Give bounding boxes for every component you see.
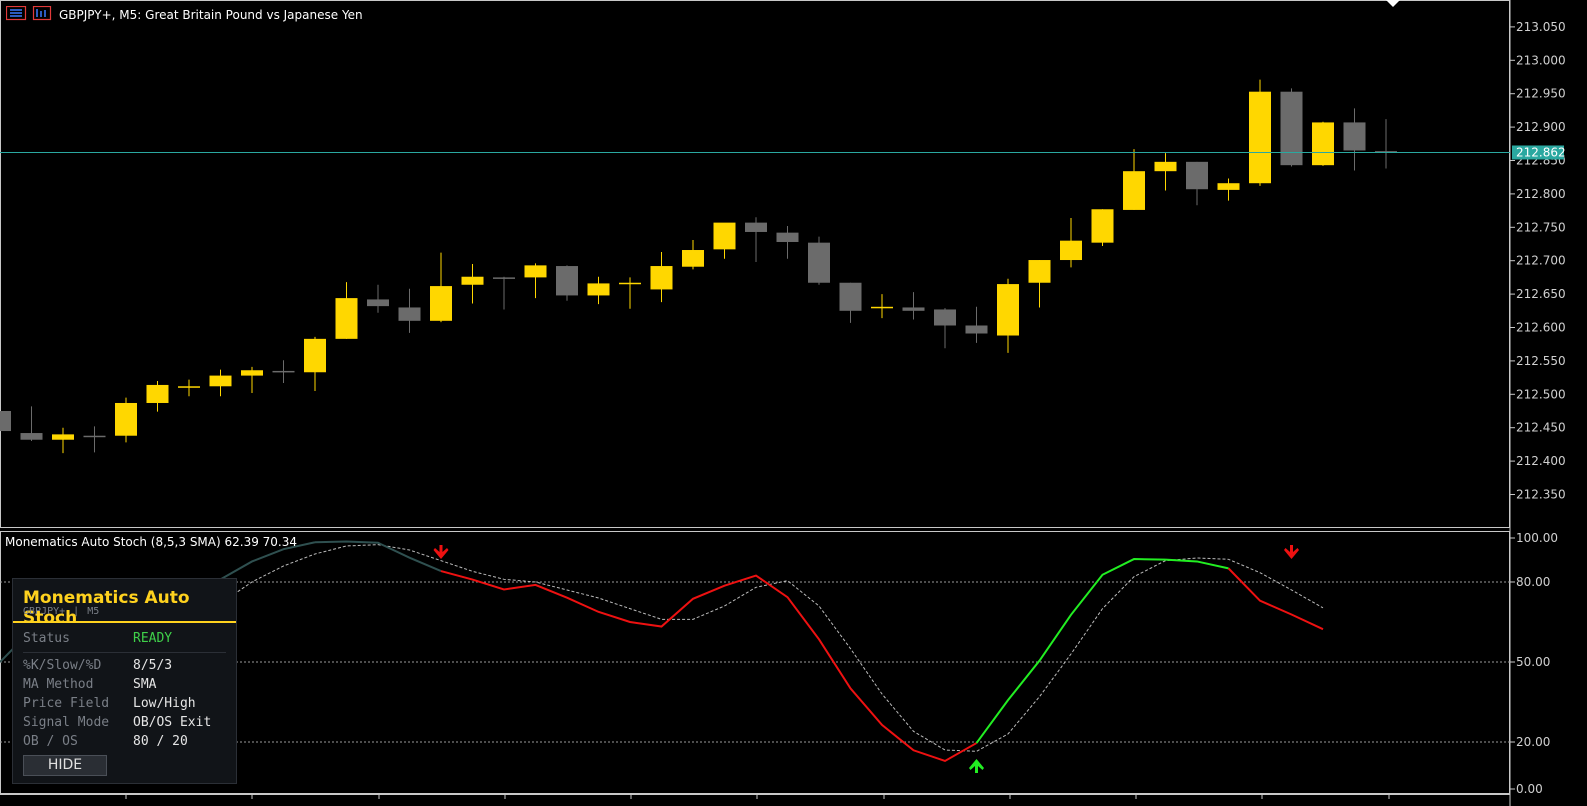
price-tick-label: 213.000 [1516, 53, 1566, 67]
candle-body [902, 307, 925, 311]
panel-accent-line [13, 621, 236, 623]
price-tick-label: 212.350 [1516, 488, 1566, 502]
candle-body [272, 370, 295, 373]
row-value: Low/High [133, 696, 196, 711]
price-pane-frame [0, 0, 1510, 528]
hide-button[interactable]: HIDE [23, 755, 107, 776]
candle-body [1343, 122, 1366, 151]
candle-body [1217, 183, 1240, 190]
candle-body [335, 298, 358, 339]
candle-body [650, 266, 673, 290]
candle-body [461, 276, 484, 285]
panel-timeframe: M5 [87, 606, 100, 617]
candle-body [1186, 161, 1208, 190]
current-price-label: 212.862 [1516, 145, 1566, 159]
candle-body [776, 232, 799, 242]
candle-body [209, 375, 232, 387]
price-tick-label: 212.450 [1516, 421, 1566, 435]
candle-body [146, 384, 169, 403]
candle-body [398, 307, 421, 321]
row-key: Signal Mode [23, 715, 110, 730]
candle-body [1091, 209, 1114, 243]
row-key: %K/Slow/%D [23, 658, 102, 673]
candle-body [52, 434, 74, 440]
candle-body [1280, 91, 1303, 166]
chart-toolbar-icons [5, 5, 56, 26]
price-tick-label: 212.550 [1516, 354, 1566, 368]
candle-body [241, 370, 263, 376]
indicator-label: Monematics Auto Stoch (8,5,3 SMA) 62.39 … [5, 535, 297, 549]
panel-row-params: %K/Slow/%D 8/5/3 [23, 658, 228, 676]
price-axis: 213.050213.000212.950212.900212.850212.8… [1510, 20, 1566, 502]
price-tick-label: 212.750 [1516, 220, 1566, 234]
stoch-tick-label: 50.00 [1516, 655, 1550, 669]
candle-body [493, 277, 515, 279]
candle-body [1060, 240, 1082, 261]
chart-canvas: 213.050213.000212.950212.900212.850212.8… [0, 0, 1566, 806]
candle-body [1028, 260, 1051, 283]
stoch-tick-label: 0.00 [1516, 782, 1543, 796]
candle-body [0, 411, 11, 432]
candle-body [304, 338, 326, 373]
candle-body [1249, 91, 1271, 184]
candle-body [83, 435, 106, 438]
stoch-tick-label: 20.00 [1516, 735, 1550, 749]
row-value: OB/OS Exit [133, 715, 212, 730]
panel-row-signal-mode: Signal Mode OB/OS Exit [23, 715, 228, 733]
candle-body [934, 309, 956, 326]
candle-body [1123, 171, 1145, 210]
candle-body [20, 433, 43, 440]
menu-icon[interactable] [5, 5, 27, 21]
stoch-tick-label: 100.00 [1516, 531, 1558, 545]
candle-body [745, 222, 767, 232]
candle-body [1312, 122, 1334, 166]
panel-row-ob-os: OB / OS 80 / 20 [23, 734, 228, 752]
row-key: Status [23, 631, 70, 646]
price-tick-label: 212.800 [1516, 187, 1566, 201]
candle-body [997, 284, 1019, 336]
candle-body [430, 286, 452, 321]
price-tick-label: 212.600 [1516, 321, 1566, 335]
candle-body [808, 242, 830, 283]
panel-divider [23, 652, 226, 653]
row-key: Price Field [23, 696, 110, 711]
stoch-tick-label: 80.00 [1516, 575, 1550, 589]
price-tick-label: 212.700 [1516, 254, 1566, 268]
row-value: 8/5/3 [133, 658, 173, 673]
row-key: OB / OS [23, 734, 78, 749]
price-tick-label: 213.050 [1516, 20, 1566, 34]
candle-body [367, 299, 389, 307]
row-value: 80 / 20 [133, 734, 188, 749]
row-key: MA Method [23, 677, 94, 692]
candle-body [839, 282, 862, 311]
row-value: SMA [133, 677, 157, 692]
candle-body [1154, 161, 1177, 172]
panel-symbol: GBPJPY+ [23, 606, 66, 617]
candle-body [115, 402, 137, 436]
chart-title: GBPJPY+, M5: Great Britain Pound vs Japa… [59, 8, 363, 22]
candle-body [556, 266, 578, 296]
chart-settings-icon[interactable] [32, 5, 52, 21]
info-panel: Monematics Auto Stoch GBPJPY+ | M5 Status … [12, 578, 237, 784]
candle-body [965, 325, 988, 334]
price-tick-label: 212.500 [1516, 387, 1566, 401]
candle-body [713, 222, 736, 250]
stoch-axis: 100.00 80.00 50.00 20.00 0.00 [1510, 531, 1558, 796]
price-tick-label: 212.650 [1516, 287, 1566, 301]
price-tick-label: 212.900 [1516, 120, 1566, 134]
panel-row-status: Status READY [23, 631, 228, 649]
panel-subtitle: GBPJPY+ | M5 [23, 606, 100, 617]
candle-body [587, 283, 610, 296]
price-tick-label: 212.400 [1516, 454, 1566, 468]
candle-body [524, 265, 547, 278]
price-tick-label: 212.950 [1516, 87, 1566, 101]
candle-body [178, 386, 200, 388]
candle-body [682, 250, 704, 267]
panel-row-ma-method: MA Method SMA [23, 677, 228, 695]
candle-body [871, 306, 893, 309]
row-value: READY [133, 631, 173, 646]
panel-row-price-field: Price Field Low/High [23, 696, 228, 714]
candle-body [619, 282, 641, 285]
